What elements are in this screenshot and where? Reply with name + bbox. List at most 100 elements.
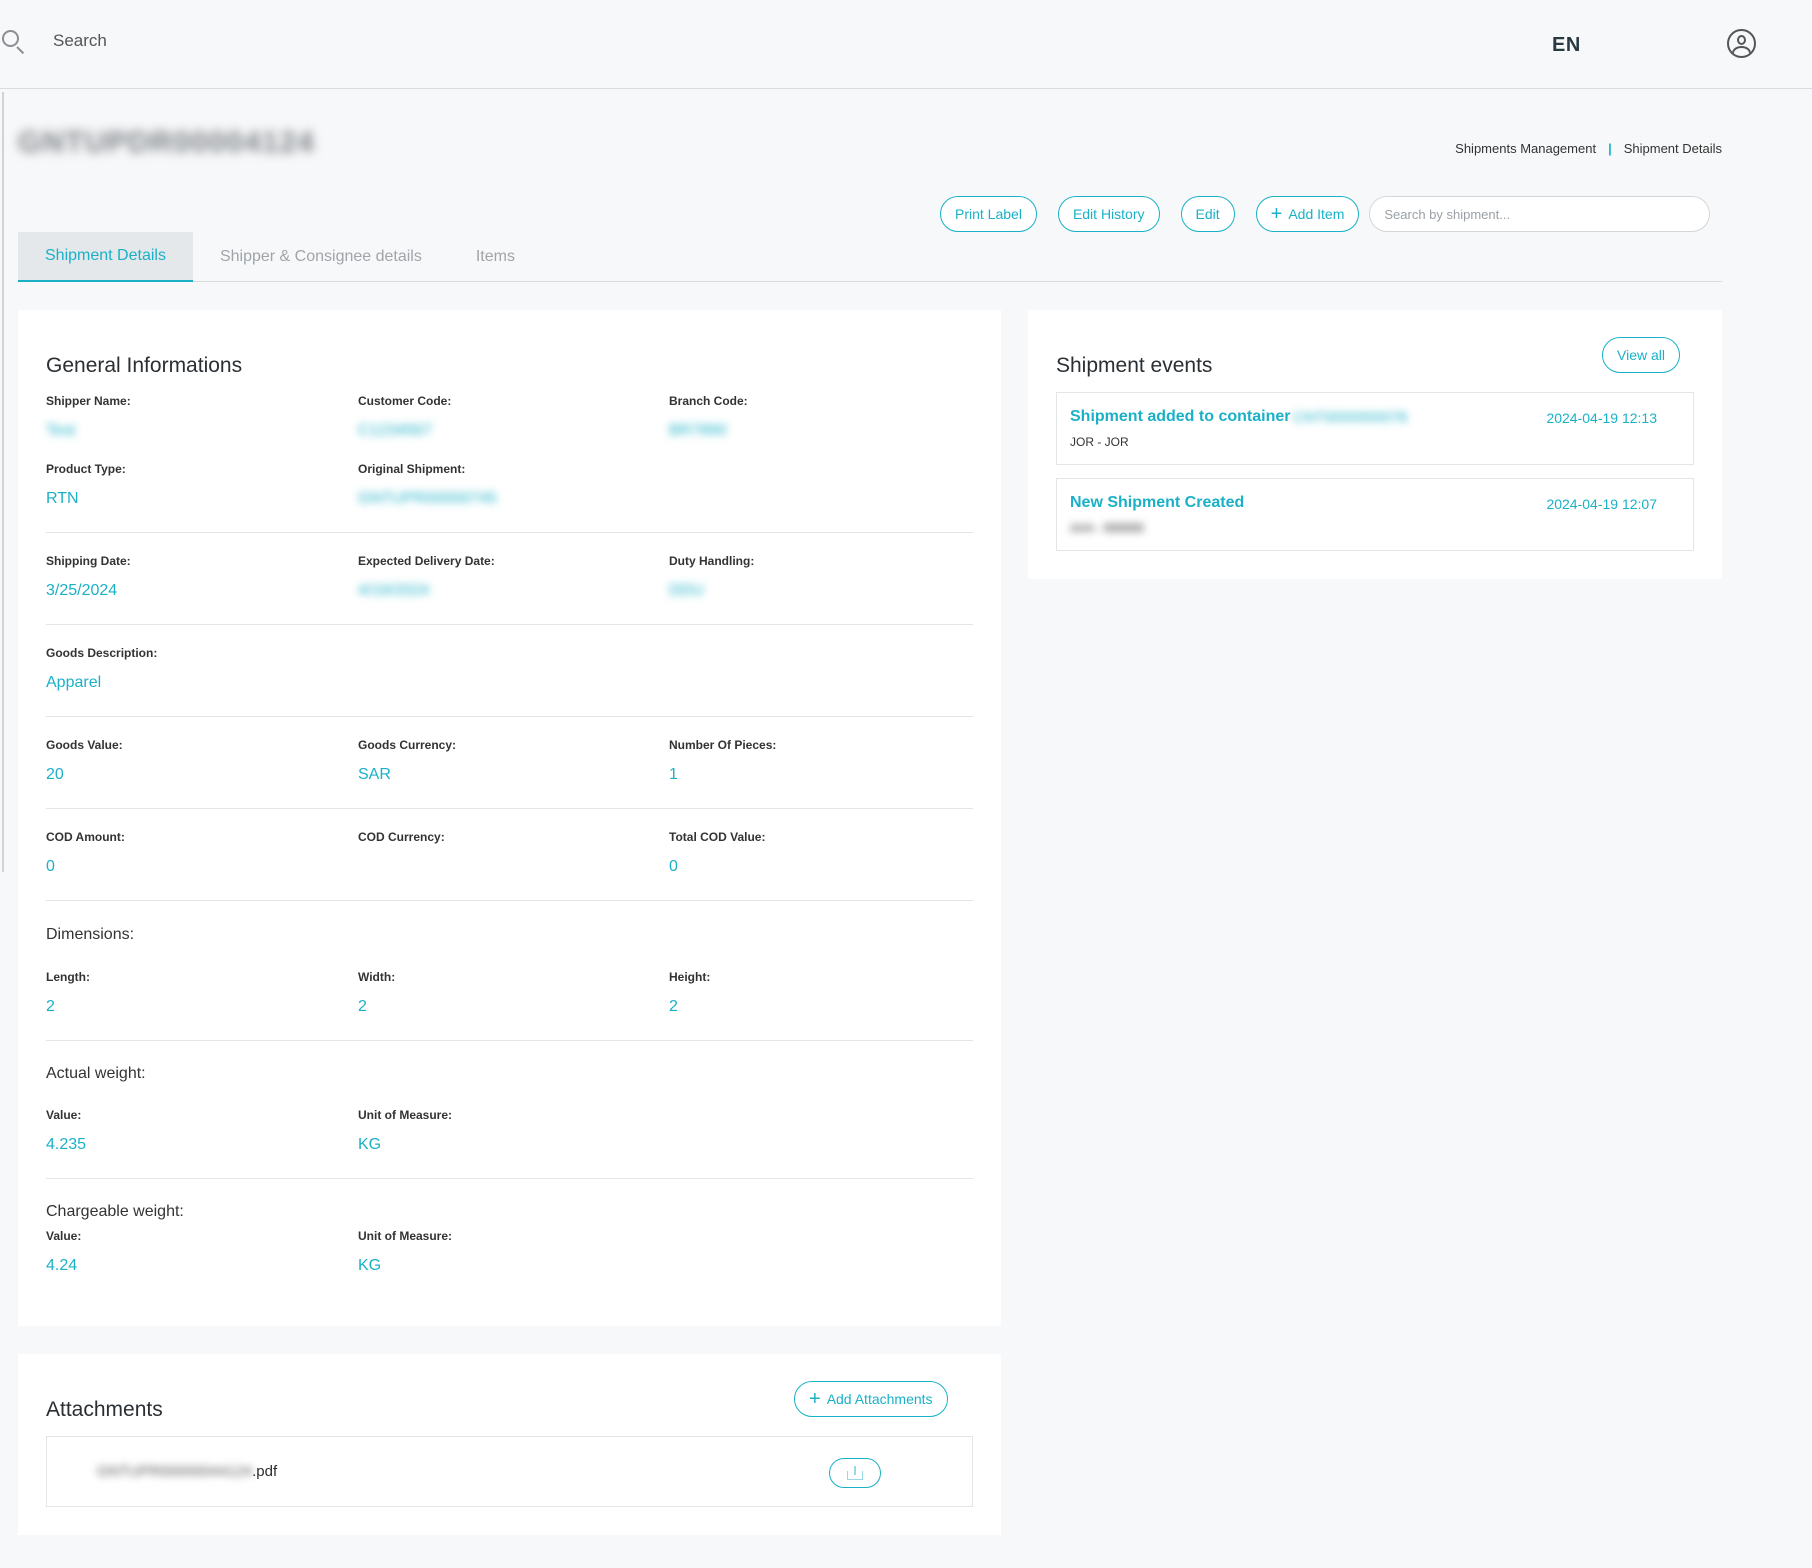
field-label: Length: — [46, 970, 90, 984]
event-location: AAA - BBBBB — [1070, 521, 1145, 535]
field-label: Unit of Measure: — [358, 1229, 453, 1243]
general-info-card: General Informations Shipper Name: Test … — [18, 310, 1001, 1326]
add-attachments-button[interactable]: + Add Attachments — [794, 1381, 948, 1417]
file-name-base: GNTUPR00000044124 — [97, 1463, 253, 1480]
field-label: Original Shipment: — [358, 462, 466, 476]
field-label: Number Of Pieces: — [669, 738, 777, 752]
shipper-name-field: Shipper Name: Test — [46, 394, 131, 440]
search-input[interactable] — [53, 31, 353, 51]
field-value: 2 — [669, 998, 678, 1015]
breadcrumb-shipments-management[interactable]: Shipments Management — [1455, 141, 1596, 156]
divider — [46, 1040, 973, 1041]
language-selector[interactable]: EN — [1552, 34, 1581, 57]
chargeable-weight-title: Chargeable weight: — [46, 1203, 184, 1220]
event-title: Shipment added to container — [1070, 408, 1291, 425]
edit-button[interactable]: Edit — [1180, 196, 1235, 232]
length-field: Length: 2 — [46, 970, 90, 1016]
product-type-field: Product Type: RTN — [46, 462, 126, 508]
print-label-button[interactable]: Print Label — [940, 196, 1037, 232]
field-value: 3/25/2024 — [46, 582, 118, 599]
field-value: 20 — [46, 766, 64, 783]
view-all-button[interactable]: View all — [1602, 337, 1680, 373]
chargeable-weight-value-field: Value: 4.24 — [46, 1229, 81, 1275]
add-attachments-label: Add Attachments — [826, 1391, 933, 1407]
attachment-file-name[interactable]: GNTUPR00000044124. pdf — [97, 1463, 277, 1480]
breadcrumb-separator: | — [1608, 141, 1612, 156]
total-cod-value-field: Total COD Value: 0 — [669, 830, 765, 876]
field-label: Goods Currency: — [358, 738, 457, 752]
shipment-events-title: Shipment events — [1056, 354, 1213, 377]
field-label: Customer Code: — [358, 394, 452, 408]
breadcrumb: Shipments Management | Shipment Details — [1455, 141, 1722, 156]
edit-history-button[interactable]: Edit History — [1057, 196, 1160, 232]
field-value: BR7890 — [669, 422, 727, 439]
field-value: 4.24 — [46, 1257, 78, 1274]
cod-amount-field: COD Amount: 0 — [46, 830, 125, 876]
event-title: New Shipment Created — [1070, 494, 1245, 511]
field-label: COD Currency: — [358, 830, 445, 844]
add-item-button[interactable]: + Add Item — [1255, 196, 1360, 232]
expected-delivery-field: Expected Delivery Date: 4/19/2024 — [358, 554, 495, 600]
field-value[interactable]: GNTUPR00000745 — [358, 490, 497, 508]
event-container-id: CNT0000000078 — [1293, 409, 1408, 426]
field-value: 1 — [669, 766, 678, 783]
shipment-search-input[interactable] — [1369, 196, 1711, 232]
plus-icon: + — [1270, 203, 1283, 225]
event-time: 2024-04-19 12:13 — [1546, 410, 1657, 426]
width-field: Width: 2 — [358, 970, 395, 1016]
left-divider — [2, 92, 4, 872]
field-value: SAR — [358, 766, 391, 783]
download-icon — [847, 1466, 863, 1480]
field-label: Product Type: — [46, 462, 126, 476]
page-title: GNTUPDR00004124 — [18, 126, 315, 159]
field-label: Branch Code: — [669, 394, 748, 408]
event-time: 2024-04-19 12:07 — [1546, 496, 1657, 512]
file-name-ext: pdf — [256, 1463, 278, 1480]
top-bar: EN — [0, 0, 1812, 89]
search-icon[interactable] — [0, 28, 26, 55]
field-label: Width: — [358, 970, 396, 984]
divider — [46, 532, 973, 533]
action-bar: Print Label Edit History Edit + Add Item — [940, 196, 1711, 232]
field-value: DDU — [669, 582, 704, 599]
divider — [46, 716, 973, 717]
branch-code-field: Branch Code: BR7890 — [669, 394, 748, 440]
field-value: KG — [358, 1257, 382, 1274]
tab-shipper-consignee[interactable]: Shipper & Consignee details — [193, 232, 449, 282]
field-label: Height: — [669, 970, 711, 984]
divider — [46, 808, 973, 809]
customer-code-field: Customer Code: C1234567 — [358, 394, 451, 440]
field-label: Duty Handling: — [669, 554, 755, 568]
breadcrumb-shipment-details: Shipment Details — [1623, 141, 1722, 156]
dimensions-title: Dimensions: — [46, 926, 135, 943]
add-item-label: Add Item — [1288, 206, 1345, 222]
field-value: RTN — [46, 490, 79, 507]
field-value: 0 — [46, 858, 55, 875]
number-of-pieces-field: Number Of Pieces: 1 — [669, 738, 776, 784]
field-value: 2 — [358, 998, 367, 1015]
field-value: 4/19/2024 — [358, 582, 430, 599]
user-icon[interactable] — [1727, 29, 1756, 58]
event-item[interactable]: Shipment added to container CNT000000007… — [1056, 392, 1694, 465]
field-label: Total COD Value: — [669, 830, 766, 844]
tab-items[interactable]: Items — [449, 232, 542, 282]
goods-value-field: Goods Value: 20 — [46, 738, 123, 784]
download-button[interactable] — [829, 1458, 881, 1488]
original-shipment-field: Original Shipment: GNTUPR00000745 — [358, 462, 497, 508]
actual-weight-title: Actual weight: — [46, 1065, 146, 1082]
shipping-date-field: Shipping Date: 3/25/2024 — [46, 554, 131, 600]
actual-weight-value-field: Value: 4.235 — [46, 1108, 86, 1154]
tab-shipment-details[interactable]: Shipment Details — [18, 232, 193, 282]
field-value: 0 — [669, 858, 678, 875]
field-value: Apparel — [46, 674, 102, 691]
field-label: Goods Value: — [46, 738, 123, 752]
goods-currency-field: Goods Currency: SAR — [358, 738, 456, 784]
divider — [46, 1178, 973, 1179]
goods-description-field: Goods Description: Apparel — [46, 646, 157, 692]
global-search — [0, 28, 353, 55]
field-label: Value: — [46, 1229, 82, 1243]
plus-icon: + — [809, 1388, 821, 1410]
field-value: 2 — [46, 998, 55, 1015]
event-item[interactable]: New Shipment Created AAA - BBBBB 2024-04… — [1056, 478, 1694, 551]
shipment-events-card: Shipment events View all Shipment added … — [1028, 310, 1722, 579]
